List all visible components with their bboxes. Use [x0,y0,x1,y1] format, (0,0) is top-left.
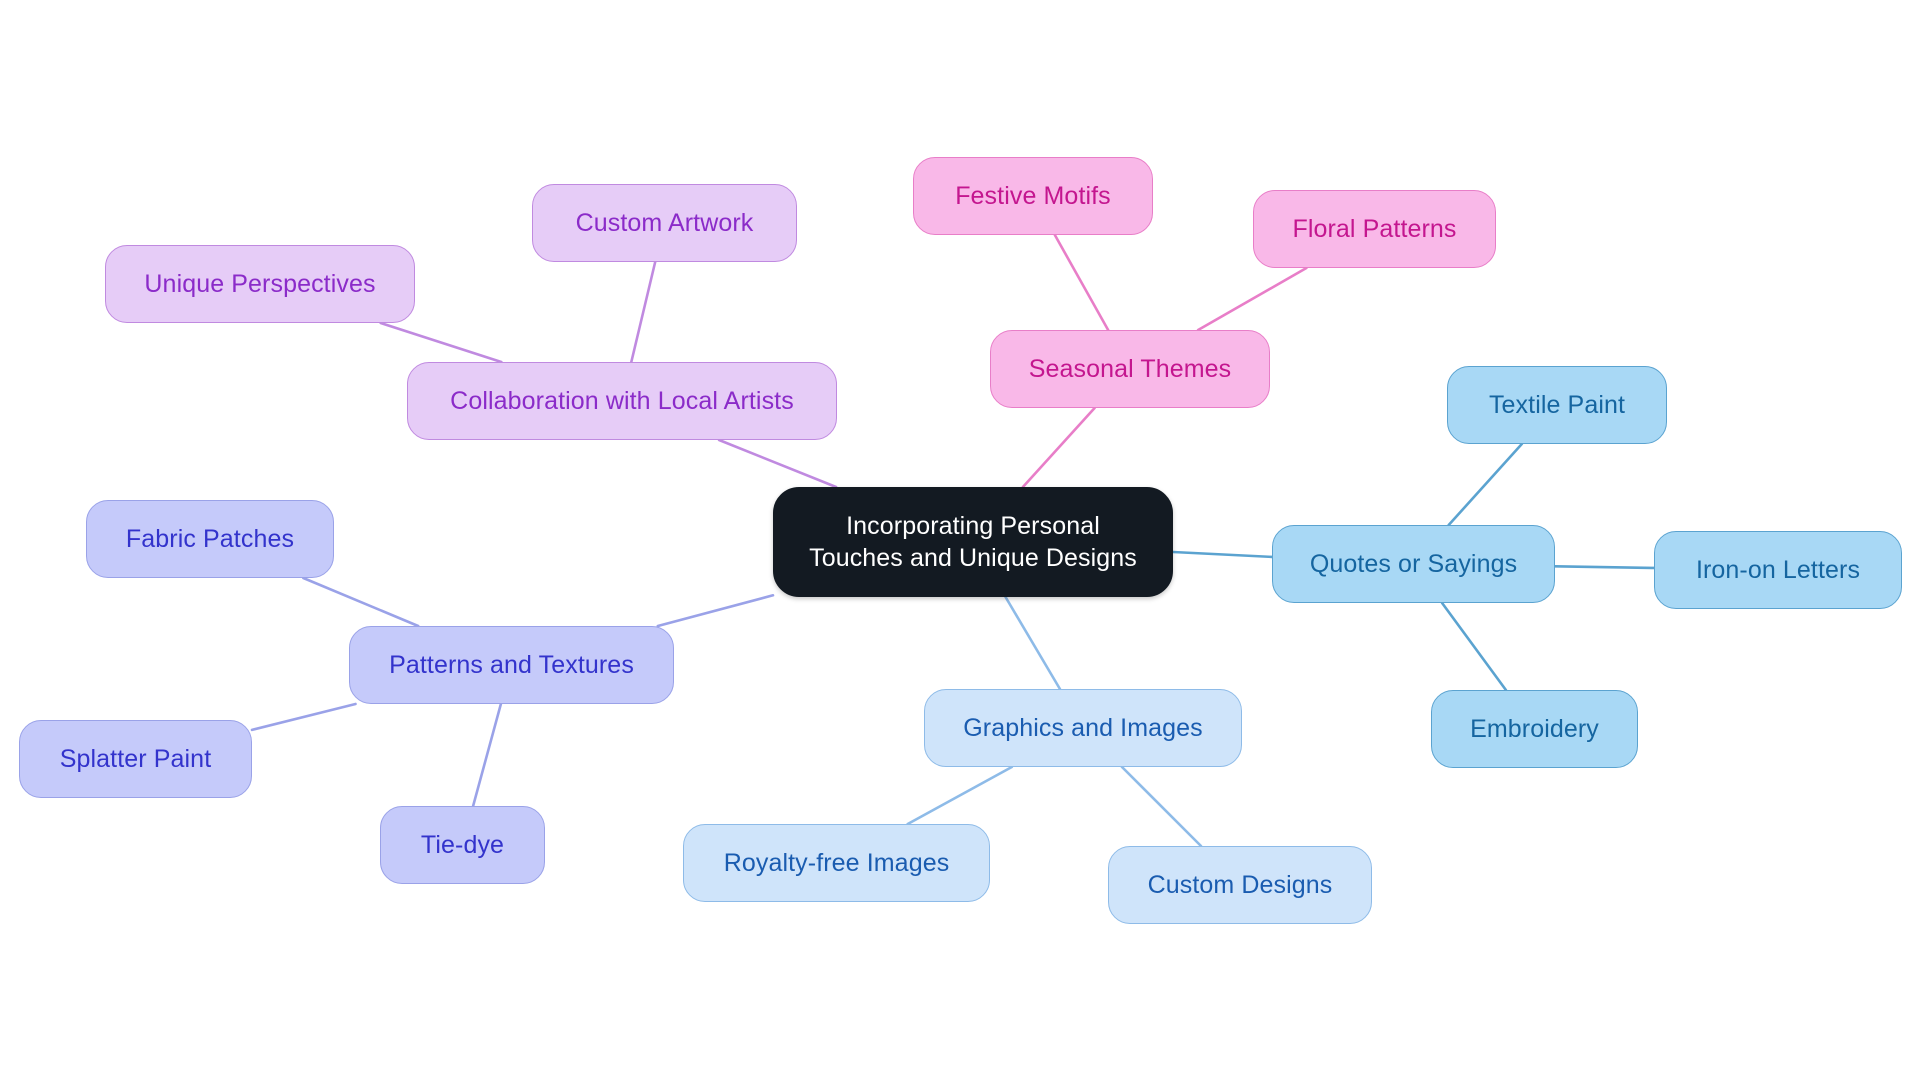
node-label: Collaboration with Local Artists [450,387,794,415]
mindmap-edge-patterns-and-textures-to-splatter-paint [250,702,357,732]
node-label: Splatter Paint [59,745,212,773]
mindmap-node-custom-artwork[interactable]: Custom Artwork [532,184,797,262]
mindmap-node-fabric-patches[interactable]: Fabric Patches [86,500,334,578]
mindmap-edge-quotes-or-sayings-to-textile-paint [1447,442,1524,527]
node-label: Iron-on Letters [1695,556,1861,584]
mindmap-node-royalty-free-images[interactable]: Royalty-free Images [683,824,990,902]
mindmap-edge-graphics-and-images-to-custom-designs [1120,765,1203,848]
mindmap-edge-quotes-or-sayings-to-iron-on-letters [1553,565,1656,570]
node-label: Royalty-free Images [723,849,950,877]
mindmap-node-textile-paint[interactable]: Textile Paint [1447,366,1667,444]
node-label: Quotes or Sayings [1309,550,1518,578]
mindmap-node-graphics-and-images[interactable]: Graphics and Images [924,689,1242,767]
node-label: Custom Designs [1147,871,1333,899]
mindmap-node-root[interactable]: Incorporating Personal Touches and Uniqu… [773,487,1173,597]
mindmap-node-embroidery[interactable]: Embroidery [1431,690,1638,768]
mindmap-edge-quotes-or-sayings-to-embroidery [1440,601,1508,692]
mindmap-node-unique-perspectives[interactable]: Unique Perspectives [105,245,415,323]
mindmap-edge-root-to-collaboration [717,438,838,489]
mindmap-node-patterns-and-textures[interactable]: Patterns and Textures [349,626,674,704]
mindmap-edge-root-to-graphics-and-images [1004,595,1062,691]
mindmap-edge-patterns-and-textures-to-tie-dye [471,702,503,808]
node-label: Floral Patterns [1292,215,1457,243]
node-label: Graphics and Images [963,714,1203,742]
mindmap-edge-collaboration-to-custom-artwork [630,260,657,364]
node-label: Tie-dye [420,831,505,859]
node-label: Textile Paint [1488,391,1626,419]
node-label: Unique Perspectives [144,270,376,298]
mindmap-node-seasonal-themes[interactable]: Seasonal Themes [990,330,1270,408]
mindmap-node-iron-on-letters[interactable]: Iron-on Letters [1654,531,1902,609]
mindmap-edge-seasonal-themes-to-festive-motifs [1053,233,1110,332]
mindmap-node-custom-designs[interactable]: Custom Designs [1108,846,1372,924]
mindmap-canvas: Incorporating Personal Touches and Uniqu… [0,0,1920,1083]
node-label: Incorporating Personal Touches and Uniqu… [809,512,1137,572]
node-label: Seasonal Themes [1028,355,1232,383]
mindmap-edge-root-to-quotes-or-sayings [1171,550,1274,559]
node-label: Fabric Patches [125,525,295,553]
mindmap-node-quotes-or-sayings[interactable]: Quotes or Sayings [1272,525,1555,603]
mindmap-edge-root-to-seasonal-themes [1021,406,1096,489]
mindmap-node-tie-dye[interactable]: Tie-dye [380,806,545,884]
mindmap-edge-collaboration-to-unique-perspectives [379,321,503,364]
mindmap-node-collaboration[interactable]: Collaboration with Local Artists [407,362,837,440]
node-label: Festive Motifs [955,182,1111,210]
mindmap-node-floral-patterns[interactable]: Floral Patterns [1253,190,1496,268]
node-label: Custom Artwork [575,209,754,237]
mindmap-node-festive-motifs[interactable]: Festive Motifs [913,157,1153,235]
mindmap-node-splatter-paint[interactable]: Splatter Paint [19,720,252,798]
mindmap-edge-seasonal-themes-to-floral-patterns [1196,266,1308,332]
mindmap-edge-root-to-patterns-and-textures [656,594,775,628]
mindmap-edge-patterns-and-textures-to-fabric-patches [302,576,420,628]
node-label: Patterns and Textures [389,651,634,679]
mindmap-edge-graphics-and-images-to-royalty-free-images [906,765,1014,826]
node-label: Embroidery [1470,715,1599,743]
